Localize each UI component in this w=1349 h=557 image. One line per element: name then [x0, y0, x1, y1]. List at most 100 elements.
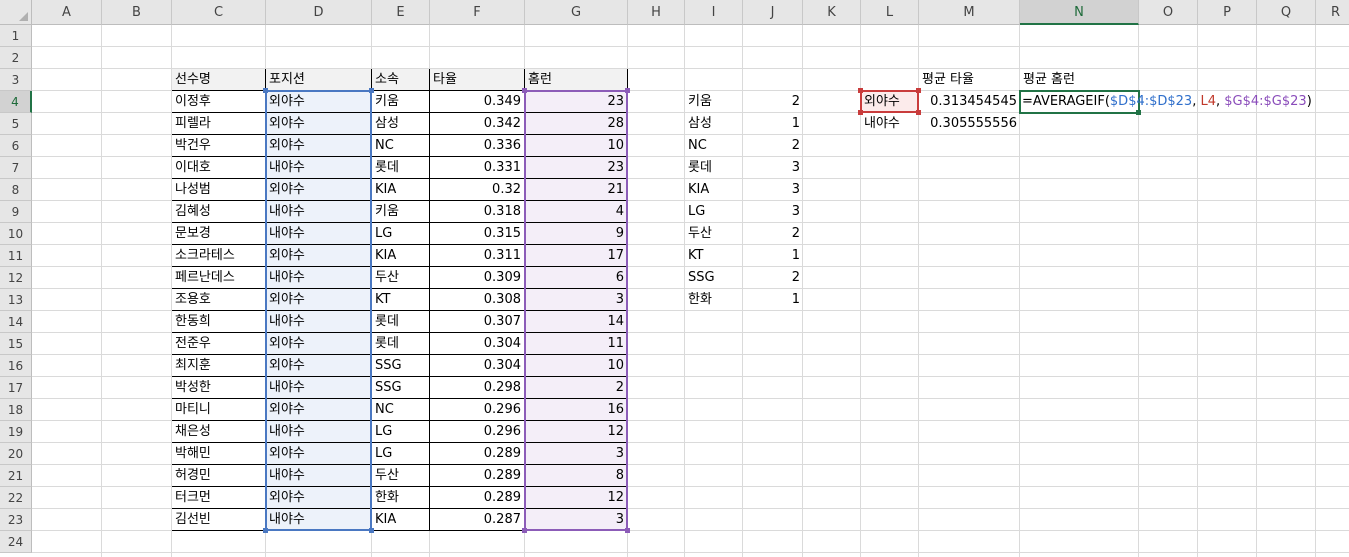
player-name-cell[interactable]: 전준우: [172, 333, 266, 355]
batting-avg-cell[interactable]: 0.304: [430, 355, 525, 377]
player-name-cell[interactable]: 마티니: [172, 399, 266, 421]
player-name-cell[interactable]: 이대호: [172, 157, 266, 179]
avg-homerun-header[interactable]: 평균 홈런: [1020, 69, 1139, 91]
player-name-cell[interactable]: 김선빈: [172, 509, 266, 531]
column-header-r[interactable]: R: [1316, 0, 1349, 25]
column-header-i[interactable]: I: [685, 0, 743, 25]
player-name-cell[interactable]: 이정후: [172, 91, 266, 113]
team-cell[interactable]: KIA: [372, 179, 430, 201]
column-header-g[interactable]: G: [525, 0, 628, 25]
column-header-k[interactable]: K: [803, 0, 861, 25]
team-cell[interactable]: LG: [372, 443, 430, 465]
team-cell[interactable]: KIA: [372, 245, 430, 267]
column-header-b[interactable]: B: [102, 0, 172, 25]
player-name-cell[interactable]: 나성범: [172, 179, 266, 201]
row-header-7[interactable]: 7: [0, 157, 32, 179]
batting-avg-cell[interactable]: 0.349: [430, 91, 525, 113]
team-count-cell[interactable]: 2: [743, 267, 803, 289]
homerun-range-highlight-corner-handle[interactable]: [522, 528, 527, 533]
column-header-o[interactable]: O: [1139, 0, 1198, 25]
team-cell[interactable]: SSG: [372, 377, 430, 399]
team-name-cell[interactable]: KIA: [685, 179, 743, 201]
team-count-cell[interactable]: 3: [743, 179, 803, 201]
player-name-cell[interactable]: 터크먼: [172, 487, 266, 509]
team-name-cell[interactable]: LG: [685, 201, 743, 223]
row-header-21[interactable]: 21: [0, 465, 32, 487]
player-name-cell[interactable]: 한동희: [172, 311, 266, 333]
homerun-range-highlight-corner-handle[interactable]: [625, 88, 630, 93]
column-header-d[interactable]: D: [266, 0, 372, 25]
criteria-cell-highlight-corner-handle[interactable]: [916, 88, 921, 93]
row-header-16[interactable]: 16: [0, 355, 32, 377]
column-header-a[interactable]: A: [32, 0, 102, 25]
batting-avg-cell[interactable]: 0.307: [430, 311, 525, 333]
team-cell[interactable]: 롯데: [372, 333, 430, 355]
batting-avg-cell[interactable]: 0.311: [430, 245, 525, 267]
row-header-24[interactable]: 24: [0, 531, 32, 553]
column-header-e[interactable]: E: [372, 0, 430, 25]
batting-avg-cell[interactable]: 0.298: [430, 377, 525, 399]
avg-batting-header[interactable]: 평균 타율: [919, 69, 1020, 91]
player-name-cell[interactable]: 박건우: [172, 135, 266, 157]
row-header-5[interactable]: 5: [0, 113, 32, 135]
column-header-c[interactable]: C: [172, 0, 266, 25]
batting-avg-cell[interactable]: 0.308: [430, 289, 525, 311]
team-cell[interactable]: 두산: [372, 465, 430, 487]
criteria-cell-highlight-corner-handle[interactable]: [858, 110, 863, 115]
team-cell[interactable]: 롯데: [372, 311, 430, 333]
homerun-range-highlight-corner-handle[interactable]: [522, 88, 527, 93]
criteria-cell-highlight-corner-handle[interactable]: [916, 110, 921, 115]
row-header-6[interactable]: 6: [0, 135, 32, 157]
team-name-cell[interactable]: NC: [685, 135, 743, 157]
row-header-17[interactable]: 17: [0, 377, 32, 399]
batting-avg-cell[interactable]: 0.336: [430, 135, 525, 157]
batting-avg-cell[interactable]: 0.331: [430, 157, 525, 179]
team-name-cell[interactable]: 키움: [685, 91, 743, 113]
row-header-11[interactable]: 11: [0, 245, 32, 267]
row-header-10[interactable]: 10: [0, 223, 32, 245]
player-name-cell[interactable]: 문보경: [172, 223, 266, 245]
player-name-cell[interactable]: 피렐라: [172, 113, 266, 135]
column-header-h[interactable]: H: [628, 0, 685, 25]
row-header-9[interactable]: 9: [0, 201, 32, 223]
avg-batting-cell[interactable]: 0.305555556: [919, 113, 1020, 135]
row-header-20[interactable]: 20: [0, 443, 32, 465]
row-header-8[interactable]: 8: [0, 179, 32, 201]
team-cell[interactable]: LG: [372, 421, 430, 443]
team-name-cell[interactable]: 두산: [685, 223, 743, 245]
team-cell[interactable]: 두산: [372, 267, 430, 289]
position-range-highlight-corner-handle[interactable]: [369, 88, 374, 93]
avg-batting-cell[interactable]: 0.313454545: [919, 91, 1020, 113]
column-header-f[interactable]: F: [430, 0, 525, 25]
column-header-q[interactable]: Q: [1257, 0, 1316, 25]
row-header-23[interactable]: 23: [0, 509, 32, 531]
player-name-header[interactable]: 선수명: [172, 69, 266, 91]
team-cell[interactable]: SSG: [372, 355, 430, 377]
row-header-12[interactable]: 12: [0, 267, 32, 289]
row-header-19[interactable]: 19: [0, 421, 32, 443]
position-range-highlight-corner-handle[interactable]: [263, 528, 268, 533]
player-name-cell[interactable]: 박해민: [172, 443, 266, 465]
team-name-cell[interactable]: SSG: [685, 267, 743, 289]
row-header-13[interactable]: 13: [0, 289, 32, 311]
team-cell[interactable]: 키움: [372, 201, 430, 223]
position-header[interactable]: 포지션: [266, 69, 372, 91]
spreadsheet[interactable]: ABCDEFGHIJKLMNOPQR 1 2 3 4 5 6 7 8 9 10 11 12 13 14 15…: [0, 0, 1349, 557]
batting-avg-cell[interactable]: 0.296: [430, 399, 525, 421]
select-all-corner[interactable]: [0, 0, 32, 25]
homerun-header[interactable]: 홈런: [525, 69, 628, 91]
batting-avg-cell[interactable]: 0.318: [430, 201, 525, 223]
team-cell[interactable]: 롯데: [372, 157, 430, 179]
column-header-j[interactable]: J: [743, 0, 803, 25]
batting-avg-cell[interactable]: 0.289: [430, 465, 525, 487]
team-name-cell[interactable]: KT: [685, 245, 743, 267]
team-cell[interactable]: NC: [372, 399, 430, 421]
position-range-highlight-corner-handle[interactable]: [263, 88, 268, 93]
team-count-cell[interactable]: 2: [743, 135, 803, 157]
position-range-highlight-corner-handle[interactable]: [369, 528, 374, 533]
player-name-cell[interactable]: 조용호: [172, 289, 266, 311]
row-header-18[interactable]: 18: [0, 399, 32, 421]
row-header-2[interactable]: 2: [0, 47, 32, 69]
row-header-4[interactable]: 4: [0, 91, 32, 113]
batting-avg-cell[interactable]: 0.304: [430, 333, 525, 355]
